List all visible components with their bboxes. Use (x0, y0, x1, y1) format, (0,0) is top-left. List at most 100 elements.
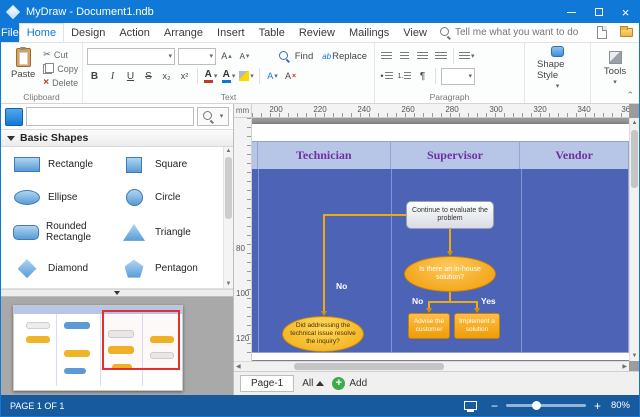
pilcrow-button[interactable]: ¶ (415, 68, 430, 84)
shape-item-rounded-rectangle[interactable]: Rounded Rectangle (7, 214, 114, 252)
zoom-slider[interactable] (506, 404, 586, 407)
shape-item-ellipse[interactable]: Ellipse (7, 181, 114, 214)
vertical-ruler: 80 100 120 (234, 118, 252, 361)
flow-node-advise[interactable]: Advise the customer (408, 313, 450, 339)
shape-item-circle[interactable]: Circle (114, 181, 221, 214)
font-family-select[interactable]: ▾ (87, 48, 175, 65)
open-button[interactable] (618, 25, 636, 41)
zoom-slider-thumb[interactable] (532, 401, 541, 410)
viewport-indicator[interactable] (102, 310, 180, 370)
flow-node-continue[interactable]: Continue to evaluate the problem (406, 201, 494, 229)
find-button[interactable]: Find (276, 48, 316, 64)
zoom-level[interactable]: 80% (611, 400, 630, 411)
lane-header-supervisor[interactable]: Supervisor (391, 142, 521, 169)
tab-home[interactable]: Home (19, 23, 64, 42)
tools-label: Tools (604, 66, 626, 77)
file-menu-button[interactable]: File (1, 23, 19, 42)
justify-button[interactable] (433, 48, 448, 64)
superscript-button[interactable]: x² (177, 68, 192, 84)
collapse-ribbon-button[interactable]: ⌃ (626, 91, 634, 100)
shape-search-input[interactable] (26, 107, 194, 126)
strikethrough-button[interactable]: S (141, 68, 156, 84)
tab-action[interactable]: Action (112, 23, 157, 42)
horizontal-scrollbar[interactable]: ◀ ▶ (234, 361, 629, 371)
align-right-button[interactable] (415, 48, 430, 64)
copy-button[interactable]: Copy (41, 62, 80, 75)
vertical-scrollbar[interactable]: ▲ ▼ (629, 118, 639, 361)
library-icon[interactable] (5, 108, 23, 126)
align-left-button[interactable] (379, 48, 394, 64)
shape-item-diamond[interactable]: Diamond (7, 251, 114, 286)
shape-style-button[interactable]: Shape Style ▾ (529, 46, 586, 90)
underline-button[interactable]: U (123, 68, 138, 84)
tools-button[interactable]: Tools ▾ (595, 46, 635, 90)
scroll-up-icon[interactable]: ▲ (224, 147, 233, 155)
shrink-font-button[interactable]: A▾ (237, 48, 252, 64)
flow-node-inhouse[interactable]: Is there an in-house solution? (404, 256, 496, 292)
add-page-button[interactable]: + Add (332, 377, 367, 390)
zoom-in-button[interactable]: + (592, 400, 603, 412)
tab-design[interactable]: Design (64, 23, 112, 42)
tab-view[interactable]: View (396, 23, 434, 42)
zoom-out-button[interactable]: − (489, 400, 500, 412)
shape-item-pentagon[interactable]: Pentagon (114, 251, 221, 286)
lane-header-vendor[interactable]: Vendor (520, 142, 628, 169)
cut-button[interactable]: ✂Cut (41, 48, 80, 61)
shape-item-rectangle[interactable]: Rectangle (7, 149, 114, 181)
lane-header-technician[interactable]: Technician (258, 142, 391, 169)
bullets-button[interactable]: • (379, 68, 394, 84)
tab-arrange[interactable]: Arrange (157, 23, 210, 42)
fill-color-button[interactable]: A▾ (221, 68, 236, 84)
scroll-down-icon[interactable]: ▼ (224, 280, 233, 288)
text-effects-button[interactable]: A▾ (265, 68, 280, 84)
paste-button[interactable]: Paste (5, 46, 41, 90)
clear-formatting-button[interactable]: A× (283, 68, 298, 84)
tab-review[interactable]: Review (292, 23, 342, 42)
drawing-page[interactable]: Technician Supervisor Vendor (252, 124, 629, 360)
paragraph-style-select[interactable]: ▾ (441, 68, 475, 85)
fit-to-window-icon[interactable] (464, 401, 477, 410)
numbering-button[interactable]: 1. (397, 68, 412, 84)
font-color-button[interactable]: A▾ (203, 68, 218, 84)
panel-splitter[interactable] (1, 289, 233, 297)
shapes-scrollbar[interactable]: ▲ ▼ (223, 147, 233, 288)
basic-shapes-header[interactable]: Basic Shapes (1, 130, 233, 147)
tell-me-search-input[interactable] (455, 27, 593, 38)
all-pages-dropdown[interactable]: All (302, 378, 324, 389)
scroll-down-icon[interactable]: ▼ (630, 351, 639, 361)
scrollbar-thumb[interactable] (294, 363, 444, 370)
shape-search-button[interactable]: ▾ (197, 107, 229, 126)
scrollbar-thumb[interactable] (631, 130, 638, 188)
section-collapse-icon (7, 136, 15, 141)
new-document-button[interactable] (593, 25, 611, 41)
tab-table[interactable]: Table (252, 23, 292, 42)
delete-button[interactable]: ×Delete (41, 77, 80, 90)
find-label: Find (295, 51, 313, 62)
shape-item-square[interactable]: Square (114, 149, 221, 181)
replace-button[interactable]: abReplace (319, 48, 370, 64)
close-button[interactable]: × (612, 1, 639, 23)
font-size-select[interactable]: ▾ (178, 48, 216, 65)
minimize-button[interactable] (558, 1, 585, 23)
grow-font-button[interactable]: A▴ (219, 48, 234, 64)
scrollbar-thumb[interactable] (225, 157, 232, 219)
shape-item-triangle[interactable]: Triangle (114, 214, 221, 252)
page-tab-1[interactable]: Page-1 (240, 375, 294, 392)
tab-mailings[interactable]: Mailings (342, 23, 396, 42)
highlight-button[interactable]: ▾ (239, 68, 254, 84)
tab-insert[interactable]: Insert (210, 23, 252, 42)
bold-button[interactable]: B (87, 68, 102, 84)
italic-button[interactable]: I (105, 68, 120, 84)
maximize-button[interactable] (585, 1, 612, 23)
subscript-button[interactable]: x₂ (159, 68, 174, 84)
flow-node-implement[interactable]: Implement a solution (454, 313, 500, 339)
line-spacing-button[interactable]: ▾ (459, 48, 475, 64)
align-center-button[interactable] (397, 48, 412, 64)
line-spacing-icon (459, 52, 470, 60)
tell-me-search[interactable] (440, 23, 593, 42)
new-document-icon (597, 26, 607, 39)
flow-node-resolve[interactable]: Did addressing the technical issue resol… (282, 316, 364, 352)
drawing-viewport[interactable]: Technician Supervisor Vendor (252, 118, 629, 361)
pan-zoom-preview[interactable] (1, 297, 233, 395)
scroll-up-icon[interactable]: ▲ (630, 118, 639, 128)
